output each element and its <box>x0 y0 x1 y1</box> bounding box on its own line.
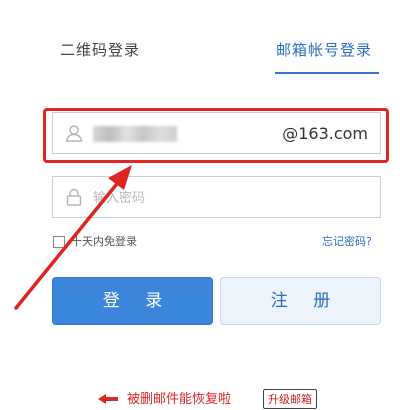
password-field[interactable] <box>52 176 381 219</box>
remember-label[interactable]: 十天内免登录 <box>71 235 137 249</box>
tab-email-login[interactable]: 邮箱帐号登录 <box>276 40 372 60</box>
tab-active-indicator <box>275 72 379 74</box>
promo-text: 被删邮件能恢复啦 <box>127 392 232 407</box>
user-icon <box>65 125 83 142</box>
account-input[interactable]: @163.com <box>52 112 381 154</box>
password-input[interactable] <box>91 177 365 219</box>
register-button[interactable]: 注 册 <box>220 277 381 325</box>
login-button[interactable]: 登 录 <box>52 277 213 325</box>
forgot-password-link[interactable]: 忘记密码? <box>322 235 372 249</box>
remember-checkbox[interactable] <box>53 236 65 248</box>
tab-qr-login[interactable]: 二维码登录 <box>60 40 140 60</box>
upgrade-mailbox-button[interactable]: 升级邮箱 <box>263 389 317 409</box>
email-domain-suffix: @163.com <box>282 124 368 143</box>
lock-icon <box>66 188 82 206</box>
promo-arrow-icon <box>98 394 118 404</box>
username-redacted <box>93 126 177 142</box>
